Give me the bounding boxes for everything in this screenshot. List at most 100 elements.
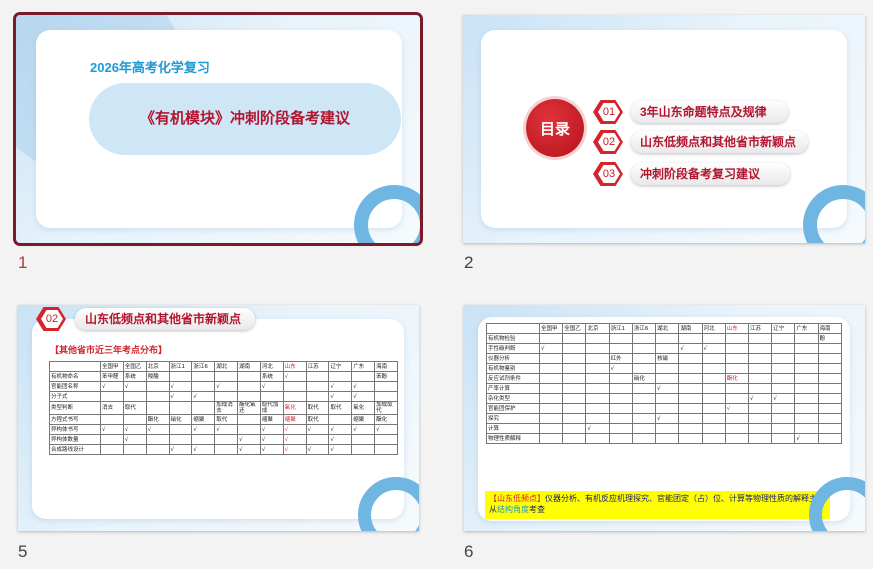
table-cell: 缩聚 xyxy=(282,414,307,425)
table-cell xyxy=(678,413,703,424)
table-cell xyxy=(817,423,843,434)
table-cell xyxy=(122,414,147,425)
table-cell xyxy=(237,414,261,425)
table-cell: √ xyxy=(282,444,307,455)
table-cell xyxy=(631,353,657,364)
table-cell xyxy=(724,413,749,424)
table-cell: 硝化 xyxy=(168,414,193,425)
table-cell xyxy=(538,373,564,384)
toc-item-1: 01 3年山东命题特点及规律 xyxy=(593,100,833,124)
table-cell xyxy=(747,363,773,374)
table-cell xyxy=(145,401,170,415)
table-cell xyxy=(701,383,726,394)
table-cell xyxy=(747,403,773,414)
table-cell xyxy=(724,393,749,404)
slide-5-canvas[interactable]: 02 山东低频点和其他省市新颖点 【其他省市近三年考点分布】 全国甲 全国乙 北京浙… xyxy=(18,305,419,531)
table-cell xyxy=(724,333,749,344)
table-cell xyxy=(237,391,261,402)
table-cell xyxy=(538,433,564,444)
table-cell: √ xyxy=(191,391,216,402)
row-label-cell: 合成路线设计 xyxy=(49,444,101,455)
table-cell xyxy=(817,403,843,414)
table-cell: 浙江1 xyxy=(168,361,193,372)
slide-2-canvas[interactable]: 目录 01 3年山东命题特点及规律 02 山东低频点和其他省市新颖点 03 冲刺… xyxy=(463,15,865,243)
table-cell xyxy=(608,423,633,434)
table-cell xyxy=(724,433,749,444)
table-cell xyxy=(701,433,726,444)
table-cell: 河北 xyxy=(701,323,726,334)
table-cell: 氧化 xyxy=(282,401,307,415)
table-cell xyxy=(747,383,773,394)
note-highlight: 结构角度 xyxy=(497,505,529,514)
table-cell: 羧酸 xyxy=(145,371,170,382)
table-cell xyxy=(724,423,749,434)
table-cell: 取代加成 xyxy=(259,401,284,415)
table-cell: 酚 xyxy=(817,333,843,344)
table-cell: 北京 xyxy=(585,323,610,334)
table-cell xyxy=(214,371,239,382)
table-cell xyxy=(305,434,330,445)
table-cell xyxy=(538,333,564,344)
table-row: 探究 √ xyxy=(486,413,843,424)
toc-item-3: 03 冲刺阶段备考复习建议 xyxy=(593,162,833,186)
content-panel: 2026年高考化学复习 《有机模块》冲刺阶段备考建议 xyxy=(36,30,402,228)
table-cell xyxy=(191,381,216,392)
table-cell: √ xyxy=(328,444,353,455)
table-cell xyxy=(794,333,819,344)
row-label-cell: 仪器分析 xyxy=(486,353,540,364)
table-cell xyxy=(817,433,843,444)
section-title: 山东低频点和其他省市新颖点 xyxy=(75,308,256,330)
table-cell: 取代 xyxy=(328,401,353,415)
table-cell: √ xyxy=(655,413,680,424)
table-cell xyxy=(631,413,657,424)
table-cell xyxy=(122,391,147,402)
table-cell: √ xyxy=(374,424,398,435)
table-cell: √ xyxy=(168,391,193,402)
table-cell xyxy=(168,401,193,415)
table-caption: 【其他省市近三年考点分布】 xyxy=(50,345,168,355)
table-cell xyxy=(794,373,819,384)
table-cell: 红外 xyxy=(608,353,633,364)
table-cell xyxy=(562,403,587,414)
row-label-cell: 异构体书写 xyxy=(49,424,101,435)
table-cell xyxy=(678,423,703,434)
table-cell xyxy=(585,353,610,364)
row-label-cell xyxy=(49,361,101,372)
table-cell xyxy=(655,333,680,344)
table-cell xyxy=(794,363,819,374)
table-cell: √ xyxy=(328,424,353,435)
table-cell xyxy=(100,414,124,425)
table-row: 异构体数量 √ √ √ √ √ xyxy=(49,434,398,445)
table-cell: √ xyxy=(214,424,239,435)
table-cell: √ xyxy=(259,444,284,455)
table-cell: 湖北 xyxy=(655,323,680,334)
table-cell: 酯化氧还 xyxy=(237,401,261,415)
table-row: 有机物命名 苯甲醛 系统 羧酸 系统 √ 苯酚 xyxy=(49,371,398,382)
table-cell xyxy=(562,393,587,404)
table-cell xyxy=(631,343,657,354)
table-cell xyxy=(168,434,193,445)
table-cell xyxy=(701,393,726,404)
note-tag: 【山东低频点】 xyxy=(489,494,545,503)
table-cell xyxy=(608,343,633,354)
table-cell xyxy=(328,371,353,382)
table-cell xyxy=(305,371,330,382)
table-cell xyxy=(374,444,398,455)
topic-distribution-table: 全国甲 全国乙 北京 浙江1 浙江6 湖北 湖南 河北 山东 江苏 辽宁 广东 海南 有机物检验 酚手性碳判… xyxy=(486,323,843,444)
table-cell: 浙江6 xyxy=(631,323,657,334)
slide-1-canvas[interactable]: 2026年高考化学复习 《有机模块》冲刺阶段备考建议 xyxy=(13,12,423,246)
table-row: 分子式 √ √ √ √ xyxy=(49,391,398,402)
table-cell: √ xyxy=(214,381,239,392)
table-cell xyxy=(608,333,633,344)
table-row: 杂化类型 √ √ xyxy=(486,393,843,404)
row-label-cell: 有机物命名 xyxy=(49,371,101,382)
table-row: 方程式书写 酯化 硝化 缩聚 取代 缩聚 缩聚 取代 缩聚 酯化 xyxy=(49,414,398,425)
table-header-row: 全国甲 全国乙 北京 浙江1 浙江6 湖北 湖南 河北 山东 江苏 辽宁 广东 海南 xyxy=(486,323,843,334)
slide-6-canvas[interactable]: 全国甲 全国乙 北京 浙江1 浙江6 湖北 湖南 河北 山东 江苏 辽宁 广东 海南 有机物检验 酚手性碳判… xyxy=(464,305,865,531)
table-row: 官能团保护 √ xyxy=(486,403,843,414)
table-cell xyxy=(794,343,819,354)
table-cell xyxy=(191,401,216,415)
table-cell xyxy=(771,363,796,374)
table-cell: √ xyxy=(678,343,703,354)
table-cell xyxy=(374,391,398,402)
